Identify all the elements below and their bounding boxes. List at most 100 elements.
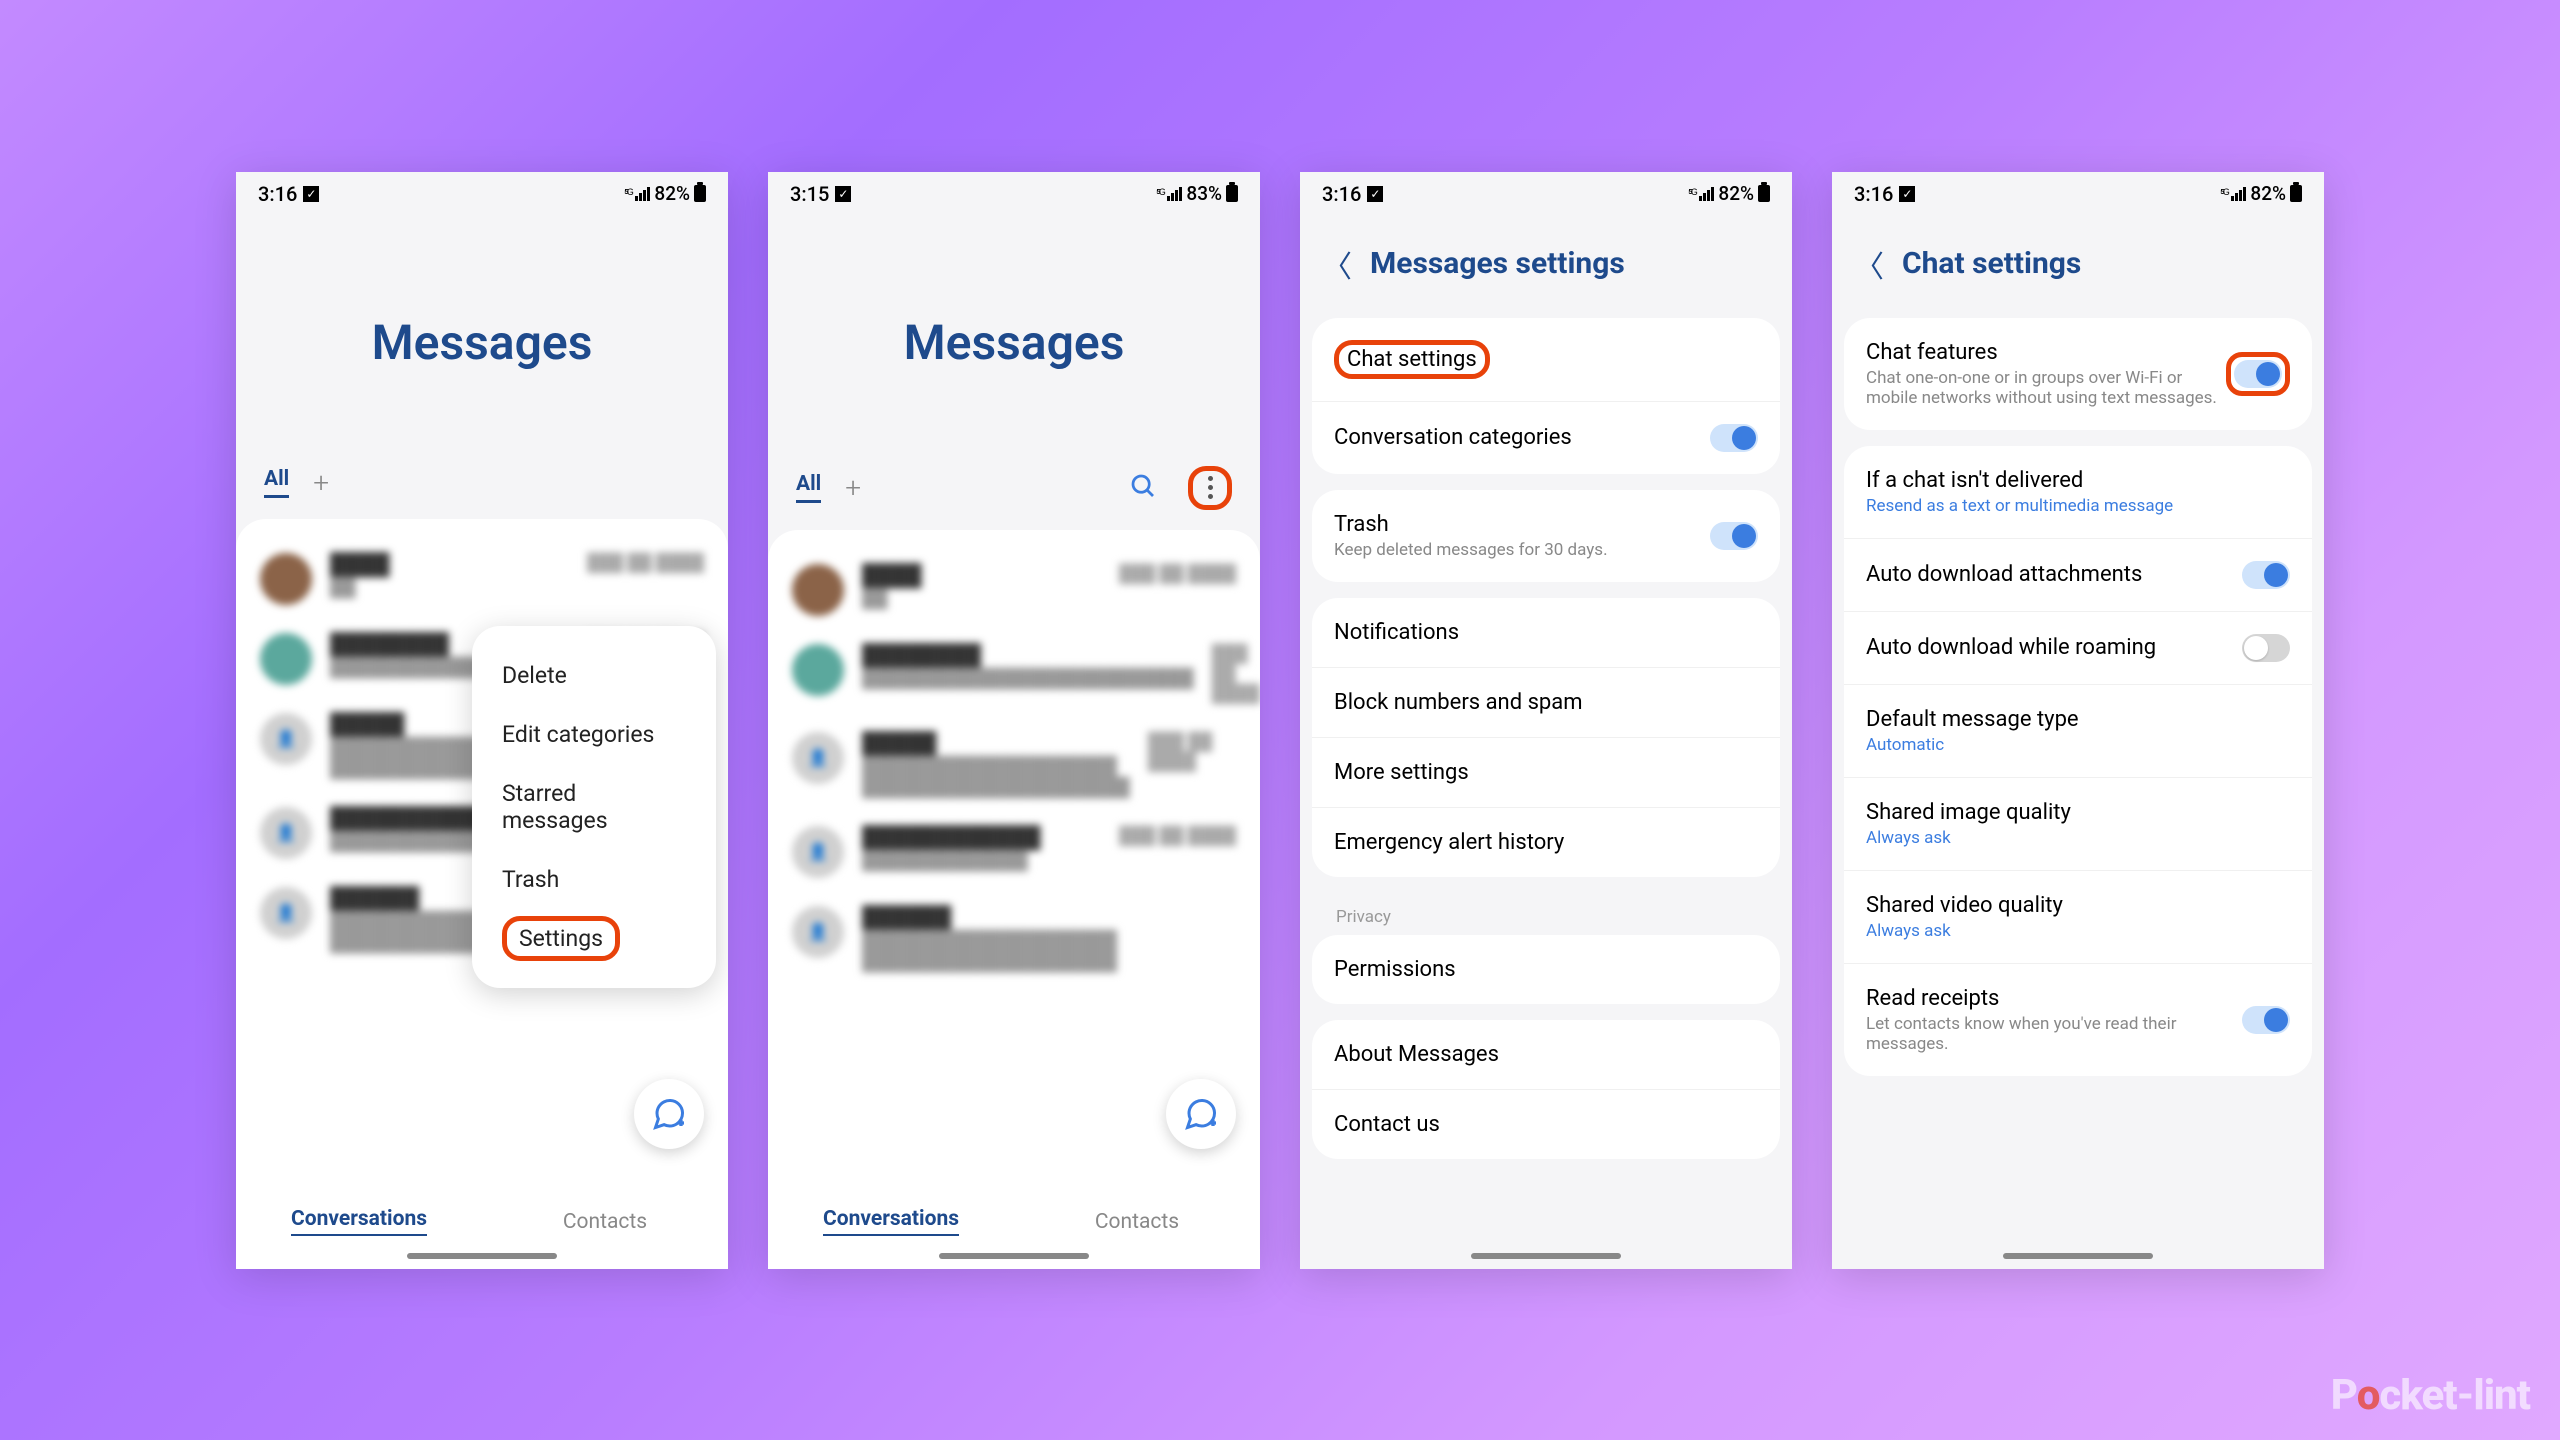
back-button[interactable]: 〈 <box>1854 242 1884 286</box>
notification-icon: ✓ <box>835 186 851 202</box>
status-time: 3:16 <box>1322 182 1361 206</box>
network-icon: ⁵ᴳ <box>2220 186 2227 202</box>
compose-button[interactable] <box>634 1079 704 1149</box>
back-button[interactable]: 〈 <box>1322 242 1352 286</box>
row-image-quality[interactable]: Shared image qualityAlways ask <box>1844 778 2312 871</box>
avatar: 👤 <box>260 713 312 765</box>
settings-list: Chat featuresChat one-on-one or in group… <box>1832 312 2324 1269</box>
row-conversation-categories[interactable]: Conversation categories <box>1312 402 1780 474</box>
row-default-msg-type[interactable]: Default message typeAutomatic <box>1844 685 2312 778</box>
home-indicator[interactable] <box>1471 1253 1621 1259</box>
home-indicator[interactable] <box>407 1253 557 1259</box>
page-title: Chat settings <box>1902 246 2081 281</box>
avatar <box>792 644 844 696</box>
overflow-menu: Delete Edit categories Starred messages … <box>472 626 716 988</box>
page-title: Messages <box>236 216 728 381</box>
signal-icon <box>2231 186 2246 201</box>
avatar: 👤 <box>792 826 844 878</box>
row-auto-download[interactable]: Auto download attachments <box>1844 539 2312 612</box>
menu-delete[interactable]: Delete <box>472 646 716 705</box>
toggle-trash[interactable] <box>1710 522 1758 550</box>
toggle-read-receipts[interactable] <box>2242 1006 2290 1034</box>
avatar <box>260 633 312 685</box>
row-video-quality[interactable]: Shared video qualityAlways ask <box>1844 871 2312 964</box>
status-bar: 3:16✓ ⁵ᴳ82% <box>1832 172 2324 216</box>
settings-list: Chat settings Conversation categories Tr… <box>1300 312 1792 1269</box>
status-bar: 3:15 ✓ ⁵ᴳ 83% <box>768 172 1260 216</box>
avatar: 👤 <box>260 807 312 859</box>
conversation-list: █████████ ██ ████ ██████████████████████… <box>768 530 1260 1269</box>
tab-all[interactable]: All <box>264 467 289 498</box>
status-time: 3:16 <box>258 182 297 206</box>
row-read-receipts[interactable]: Read receiptsLet contacts know when you'… <box>1844 964 2312 1076</box>
page-title: Messages <box>768 216 1260 381</box>
list-item[interactable]: 👤████████████████████████████ ██ ████ <box>768 812 1260 892</box>
avatar: 👤 <box>792 732 844 784</box>
row-trash[interactable]: TrashKeep deleted messages for 30 days. <box>1312 490 1780 582</box>
toggle-conv-categories[interactable] <box>1710 424 1758 452</box>
list-item[interactable]: 👤███████████████████████████████████████… <box>768 718 1260 812</box>
list-item[interactable]: █████████████████████████████████████ ██… <box>768 630 1260 718</box>
battery-icon <box>1226 185 1238 202</box>
row-undelivered[interactable]: If a chat isn't deliveredResend as a tex… <box>1844 446 2312 539</box>
signal-icon <box>1167 186 1182 201</box>
status-time: 3:16 <box>1854 182 1893 206</box>
home-indicator[interactable] <box>2003 1253 2153 1259</box>
more-vert-icon <box>1208 476 1213 499</box>
battery-icon <box>2290 185 2302 202</box>
network-icon: ⁵ᴳ <box>1688 186 1695 202</box>
status-bar: 3:16✓ ⁵ᴳ82% <box>236 172 728 216</box>
toggle-auto-download[interactable] <box>2242 561 2290 589</box>
avatar: 👤 <box>792 906 844 958</box>
phone-screenshot-4: 3:16✓ ⁵ᴳ82% 〈 Chat settings Chat feature… <box>1832 172 2324 1269</box>
avatar: 👤 <box>260 887 312 939</box>
battery-icon <box>1758 185 1770 202</box>
menu-edit-categories[interactable]: Edit categories <box>472 705 716 764</box>
row-chat-features[interactable]: Chat featuresChat one-on-one or in group… <box>1844 318 2312 430</box>
battery-icon <box>694 185 706 202</box>
list-item[interactable]: █████████ ██ ████ <box>236 539 728 619</box>
section-label-privacy: Privacy <box>1312 893 1780 935</box>
row-more-settings[interactable]: More settings <box>1312 738 1780 808</box>
signal-icon <box>635 186 650 201</box>
phone-screenshot-2: 3:15 ✓ ⁵ᴳ 83% Messages All + █████████ ██ … <box>768 172 1260 1269</box>
avatar <box>792 564 844 616</box>
notification-icon: ✓ <box>303 186 319 202</box>
status-time: 3:15 <box>790 182 829 206</box>
row-about[interactable]: About Messages <box>1312 1020 1780 1090</box>
search-icon[interactable] <box>1128 471 1158 505</box>
row-permissions[interactable]: Permissions <box>1312 935 1780 1004</box>
row-emergency[interactable]: Emergency alert history <box>1312 808 1780 877</box>
avatar <box>260 553 312 605</box>
notification-icon: ✓ <box>1367 186 1383 202</box>
page-title: Messages settings <box>1370 246 1625 281</box>
network-icon: ⁵ᴳ <box>1156 186 1163 202</box>
watermark: Pocket-lint <box>2331 1371 2530 1420</box>
network-icon: ⁵ᴳ <box>624 186 631 202</box>
list-item[interactable]: 👤███████████████████████████████████████… <box>768 892 1260 986</box>
notification-icon: ✓ <box>1899 186 1915 202</box>
home-indicator[interactable] <box>939 1253 1089 1259</box>
compose-button[interactable] <box>1166 1079 1236 1149</box>
menu-starred[interactable]: Starred messages <box>472 764 716 850</box>
tab-all[interactable]: All <box>796 472 821 503</box>
add-category-button[interactable]: + <box>845 471 861 504</box>
battery-text: 82% <box>1718 182 1754 205</box>
row-block[interactable]: Block numbers and spam <box>1312 668 1780 738</box>
status-bar: 3:16 ✓ ⁵ᴳ 82% <box>1300 172 1792 216</box>
toggle-chat-features[interactable] <box>2234 360 2282 388</box>
toggle-roaming[interactable] <box>2242 634 2290 662</box>
menu-trash[interactable]: Trash <box>472 850 716 909</box>
more-button[interactable] <box>1188 466 1232 510</box>
row-roaming[interactable]: Auto download while roaming <box>1844 612 2312 685</box>
row-contact-us[interactable]: Contact us <box>1312 1090 1780 1159</box>
battery-text: 83% <box>1186 182 1222 205</box>
menu-settings[interactable]: Settings <box>472 909 716 968</box>
list-item[interactable]: █████████ ██ ████ <box>768 550 1260 630</box>
phone-screenshot-1: 3:16✓ ⁵ᴳ82% Messages All + █████████ ██ … <box>236 172 728 1269</box>
row-notifications[interactable]: Notifications <box>1312 598 1780 668</box>
add-category-button[interactable]: + <box>313 466 329 499</box>
phone-screenshot-3: 3:16 ✓ ⁵ᴳ 82% 〈 Messages settings Chat set… <box>1300 172 1792 1269</box>
signal-icon <box>1699 186 1714 201</box>
row-chat-settings[interactable]: Chat settings <box>1312 318 1780 402</box>
